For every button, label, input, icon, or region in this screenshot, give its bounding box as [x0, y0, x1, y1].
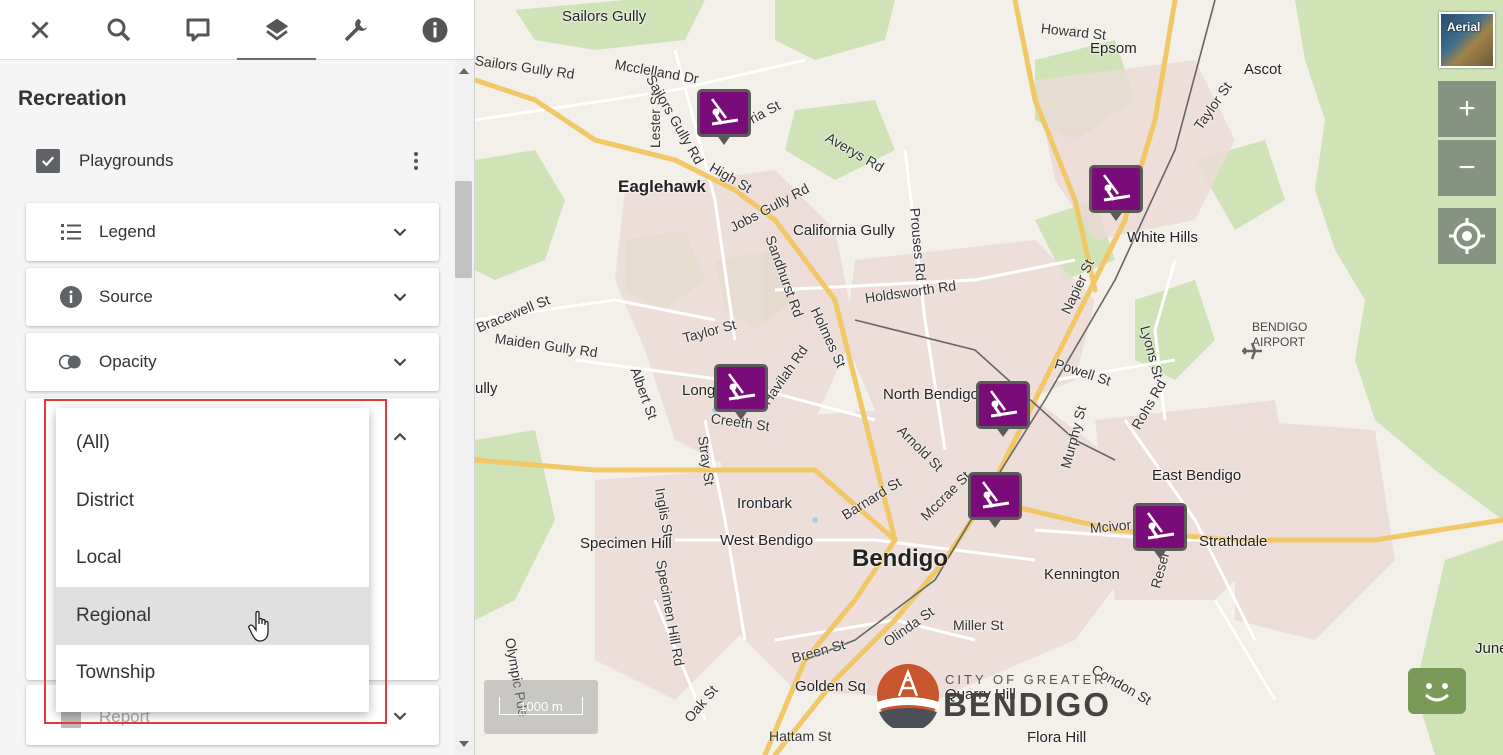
place-ully: ully [475, 380, 498, 397]
filter-dropdown-list[interactable]: (All) District Local Regional Township [56, 408, 369, 712]
playground-marker[interactable] [697, 89, 751, 147]
place-north-bendigo: North Bendigo [883, 386, 979, 403]
aerial-label: Aerial [1447, 20, 1481, 34]
swing-icon [1102, 174, 1131, 202]
place-west-bendigo: West Bendigo [720, 532, 814, 549]
playground-marker[interactable] [1089, 165, 1143, 223]
place-golden-sq: Golden Sq [795, 678, 866, 695]
option-township[interactable]: Township [56, 644, 369, 702]
map-view[interactable]: Sailors Gully Epsom Ascot Eaglehawk Cali… [475, 0, 1503, 755]
info-icon [422, 17, 447, 43]
airplane-icon [1242, 342, 1262, 360]
source-card-header[interactable]: Source [26, 268, 439, 326]
chevron-down-icon [393, 358, 407, 367]
place-long: Long [682, 382, 716, 399]
comment-icon [186, 18, 209, 42]
chevron-down-icon [393, 712, 407, 721]
opacity-label: Opacity [99, 352, 157, 371]
scale-label: 1000 m [519, 699, 563, 714]
scroll-up-arrow[interactable] [459, 68, 469, 74]
tools-button[interactable] [316, 0, 395, 60]
comment-button[interactable] [158, 0, 237, 60]
layer-checkbox[interactable] [36, 149, 60, 173]
zoom-out-button[interactable]: − [1438, 140, 1496, 196]
hand-cursor-icon [248, 610, 269, 642]
swing-icon [727, 373, 756, 401]
chevron-down-icon [393, 293, 407, 302]
place-epsom: Epsom [1090, 40, 1137, 57]
bendigo-logo-icon [877, 664, 939, 728]
option-district[interactable]: District [56, 472, 369, 530]
info-icon [58, 284, 84, 310]
zoom-in-button[interactable]: + [1438, 81, 1496, 137]
wrench-icon [344, 18, 367, 42]
place-bendigo: Bendigo [852, 545, 948, 572]
swing-icon [981, 481, 1010, 509]
source-card[interactable]: Source [26, 268, 439, 326]
locate-me-button[interactable] [1438, 208, 1496, 264]
layer-label: Playgrounds [79, 151, 174, 170]
legend-label: Legend [99, 222, 156, 241]
opacity-card-header[interactable]: Opacity [26, 333, 439, 391]
place-east-bendigo: East Bendigo [1152, 467, 1242, 484]
zoom-in-icon: + [1458, 92, 1476, 125]
scroll-down-arrow[interactable] [459, 741, 469, 747]
close-button[interactable] [0, 0, 79, 60]
logo-top-text: CITY OF GREATER [945, 672, 1107, 687]
zoom-out-icon: − [1458, 151, 1476, 184]
playground-marker[interactable] [968, 472, 1022, 530]
place-eaglehawk: Eaglehawk [618, 177, 706, 196]
layers-icon [265, 18, 288, 41]
place-kennington: Kennington [1044, 566, 1120, 583]
swing-icon [710, 98, 739, 126]
chat-bot-icon [1424, 683, 1450, 702]
place-ironbark: Ironbark [737, 495, 793, 512]
panel-toolbar [0, 0, 474, 60]
swing-icon [1146, 512, 1175, 540]
place-june: June [1475, 640, 1503, 657]
crosshair-icon [1449, 218, 1485, 254]
road-label: Miller St [953, 617, 1004, 633]
chevron-up-icon[interactable] [389, 426, 411, 448]
place-ascot: Ascot [1244, 61, 1282, 78]
road-label: Hattam St [769, 728, 832, 744]
logo-main-text: BENDIGO [943, 686, 1112, 723]
playground-marker[interactable] [976, 381, 1030, 439]
place-white-hills: White Hills [1127, 229, 1198, 246]
close-icon [30, 21, 49, 39]
layers-button[interactable] [237, 0, 316, 60]
panel-scrollbar[interactable] [455, 60, 474, 755]
layer-row-playgrounds: Playgrounds [36, 146, 436, 176]
scale-bar: 1000 m [484, 680, 598, 734]
place-california-gully: California Gully [793, 222, 895, 239]
place-sailors-gully: Sailors Gully [562, 8, 647, 25]
info-button[interactable] [395, 0, 474, 60]
option-regional[interactable]: Regional [56, 587, 369, 645]
place-strathdale: Strathdale [1199, 533, 1268, 550]
section-title: Recreation [18, 87, 127, 110]
check-icon [41, 156, 55, 167]
search-icon [107, 18, 130, 42]
chat-bot-button[interactable] [1408, 668, 1466, 714]
playground-marker[interactable] [714, 364, 768, 422]
legend-card[interactable]: Legend [26, 203, 439, 261]
playground-marker[interactable] [1133, 503, 1187, 561]
opacity-card[interactable]: Opacity [26, 333, 439, 391]
opacity-icon [58, 349, 84, 375]
place-specimen-hill: Specimen Hill [580, 535, 672, 552]
city-logo: CITY OF GREATER BENDIGO [875, 662, 1109, 732]
layer-more-menu-button[interactable] [406, 148, 426, 174]
scroll-thumb[interactable] [455, 181, 472, 278]
airport-label-line1: BENDIGO [1252, 320, 1308, 334]
chevron-down-icon [393, 228, 407, 237]
legend-card-header[interactable]: Legend [26, 203, 439, 261]
aerial-basemap-toggle[interactable]: Aerial [1439, 12, 1495, 68]
list-icon [58, 219, 84, 245]
swing-icon [989, 390, 1018, 418]
search-button[interactable] [79, 0, 158, 60]
option-all[interactable]: (All) [56, 414, 369, 472]
option-local[interactable]: Local [56, 529, 369, 587]
source-label: Source [99, 287, 153, 306]
